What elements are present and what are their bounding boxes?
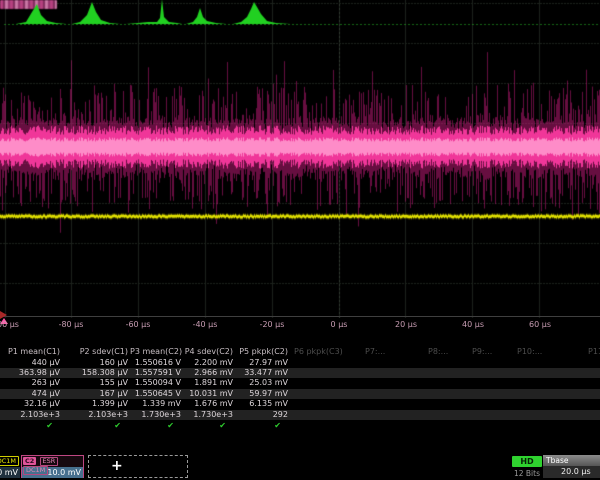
time-axis-label: 20 µs — [395, 320, 417, 329]
measurement-mean-cell: 2.966 mV — [183, 368, 235, 378]
measurement-header-unused[interactable]: P6 pkpk(C3) — [294, 347, 343, 357]
c1-coupling-badge: DC1M — [0, 456, 19, 466]
measurement-histicons[interactable] — [0, 0, 600, 28]
measurement-header-unused[interactable]: P9:... — [472, 347, 492, 357]
time-axis-label: 60 µs — [529, 320, 551, 329]
measurement-min-cell: 25.03 mV — [235, 378, 290, 388]
waveform-display[interactable] — [0, 0, 600, 318]
add-trace-button[interactable]: + — [88, 455, 188, 478]
c2-coupling-badge: DC1M — [23, 466, 48, 475]
time-axis-label: -20 µs — [260, 320, 285, 329]
measurement-mean-cell: 158.308 µV — [62, 368, 130, 378]
status-check-icon: ✔ — [62, 421, 130, 430]
measurement-header[interactable]: P4 sdev(C2) — [183, 347, 235, 357]
measurement-min-cell: 1.550094 V — [130, 378, 183, 388]
measurement-header[interactable]: P5 pkpk(C2) — [235, 347, 290, 357]
c2-channel-badge: C2 — [23, 457, 36, 465]
time-axis-label: -100 µs — [0, 320, 19, 329]
measurement-header[interactable]: P3 mean(C2) — [130, 347, 183, 357]
time-axis-label: -60 µs — [126, 320, 151, 329]
measurement-sdev-cell: 32.16 µV — [0, 399, 62, 409]
measurement-num-cell: 1.730e+3 — [130, 410, 183, 420]
measurement-value-cell: 2.200 mV — [183, 358, 235, 368]
graticule-border — [0, 316, 600, 317]
measurement-header-unused[interactable]: P8:... — [428, 347, 448, 357]
status-check-icon: ✔ — [130, 421, 183, 430]
measurement-value-cell: 27.97 mV — [235, 358, 290, 368]
measurement-min-cell: 155 µV — [62, 378, 130, 388]
measurement-num-cell: 2.103e+3 — [0, 410, 62, 420]
measurement-max-cell: 59.97 mV — [235, 389, 290, 399]
timebase-descriptor[interactable]: Tbase 20.0 µs — [543, 455, 600, 478]
measurement-max-cell: 167 µV — [62, 389, 130, 399]
time-axis-label: -80 µs — [59, 320, 84, 329]
channel-c2-descriptor[interactable]: C2 ESR DC1M 10.0 mV — [21, 455, 84, 478]
measurement-header-unused[interactable]: P10:... — [517, 347, 542, 357]
channel-c1-descriptor[interactable]: DC1M 10.0 mV — [0, 455, 20, 478]
measurement-value-cell: 160 µV — [62, 358, 130, 368]
time-axis-label: -40 µs — [193, 320, 218, 329]
measurement-num-cell: 2.103e+3 — [62, 410, 130, 420]
measurement-header[interactable]: P2 sdev(C1) — [62, 347, 130, 357]
measurement-value-cell: 440 µV — [0, 358, 62, 368]
c2-esr-badge: ESR — [40, 457, 59, 466]
plus-icon: + — [111, 458, 123, 474]
hd-mode-badge[interactable]: HD — [512, 456, 542, 467]
measurement-num-cell: 292 — [235, 410, 290, 420]
measurement-mean-cell: 1.557591 V — [130, 368, 183, 378]
measurement-max-cell: 474 µV — [0, 389, 62, 399]
status-check-icon: ✔ — [235, 421, 290, 430]
measurement-max-cell: 1.550645 V — [130, 389, 183, 399]
measurement-header-unused[interactable]: P7:... — [365, 347, 385, 357]
time-axis-label: 0 µs — [331, 320, 348, 329]
measurement-mean-cell: 33.477 mV — [235, 368, 290, 378]
measurement-min-cell: 263 µV — [0, 378, 62, 388]
measurement-mean-cell: 363.98 µV — [0, 368, 62, 378]
measurement-header[interactable]: P1 mean(C1) — [0, 347, 62, 357]
status-check-icon: ✔ — [0, 421, 62, 430]
measurement-sdev-cell: 1.399 µV — [62, 399, 130, 409]
measurement-sdev-cell: 6.135 mV — [235, 399, 290, 409]
measurement-max-cell: 10.031 mV — [183, 389, 235, 399]
measurement-sdev-cell: 1.339 mV — [130, 399, 183, 409]
measurement-min-cell: 1.891 mV — [183, 378, 235, 388]
measurement-num-cell: 1.730e+3 — [183, 410, 235, 420]
measurement-value-cell: 1.550616 V — [130, 358, 183, 368]
hd-bits-label: 12 Bits — [506, 469, 548, 478]
measurement-sdev-cell: 1.676 mV — [183, 399, 235, 409]
timebase-value: 20.0 µs — [543, 466, 600, 478]
status-check-icon: ✔ — [183, 421, 235, 430]
time-axis-label: 40 µs — [462, 320, 484, 329]
c1-volts-per-div: 10.0 mV — [0, 467, 20, 478]
measurement-header-unused[interactable]: P11 — [588, 347, 600, 357]
timebase-title: Tbase — [543, 455, 600, 466]
